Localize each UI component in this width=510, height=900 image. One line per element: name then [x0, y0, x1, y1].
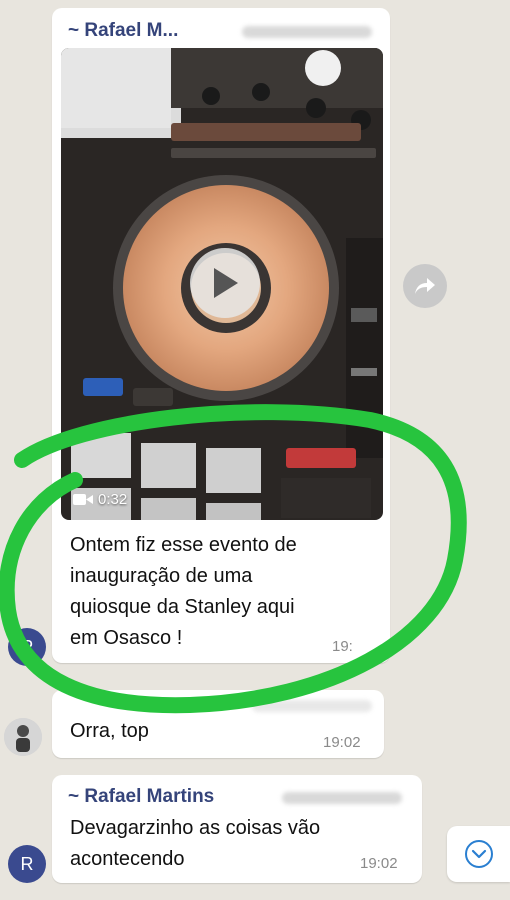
message-time: 19:02	[323, 734, 361, 751]
forward-icon	[415, 278, 435, 294]
sender-phone-redacted	[282, 792, 402, 804]
sender-name[interactable]: ~ Rafael M...	[68, 20, 178, 42]
avatar-initial: R	[20, 636, 34, 657]
duration-label: 0:32	[98, 491, 128, 508]
avatar-initial: R	[20, 853, 34, 874]
sender-phone-redacted	[252, 700, 372, 712]
chevron-down-icon	[464, 840, 493, 868]
video-message-bubble[interactable]: ~ Rafael M... 0:32 Ontem fiz esse evento…	[52, 8, 390, 663]
video-thumbnail[interactable]: 0:32	[61, 48, 383, 520]
avatar[interactable]	[4, 718, 42, 756]
sender-phone-redacted	[242, 26, 372, 38]
video-camera-icon	[73, 494, 93, 505]
message-text: Devagarzinho as coisas vão acontecendo	[70, 813, 320, 875]
message-text: Orra, top	[70, 720, 149, 742]
message-line: quiosque da Stanley aqui	[70, 596, 295, 618]
scroll-to-bottom-button[interactable]	[447, 826, 510, 882]
message-line: Devagarzinho as coisas vão	[70, 817, 321, 839]
message-text: Ontem fiz esse evento de inauguração de …	[70, 530, 297, 654]
play-button[interactable]	[190, 248, 260, 318]
forward-button[interactable]	[403, 264, 447, 308]
avatar-photo	[4, 718, 42, 756]
avatar[interactable]: R	[8, 845, 46, 883]
message-line: Ontem fiz esse evento de	[70, 534, 297, 556]
play-icon	[214, 268, 238, 298]
message-line: inauguração de uma	[70, 565, 253, 587]
avatar[interactable]: R	[8, 628, 46, 666]
reply-message-bubble[interactable]: Orra, top 19:02	[52, 690, 384, 758]
sender-name[interactable]: ~ Rafael Martins	[68, 786, 214, 808]
message-bubble[interactable]: ~ Rafael Martins Devagarzinho as coisas …	[52, 775, 422, 883]
message-time: 19:02	[360, 855, 398, 872]
message-time: 19:	[332, 638, 353, 655]
video-duration: 0:32	[73, 491, 127, 508]
message-line: em Osasco !	[70, 627, 183, 649]
message-line: acontecendo	[70, 848, 185, 870]
